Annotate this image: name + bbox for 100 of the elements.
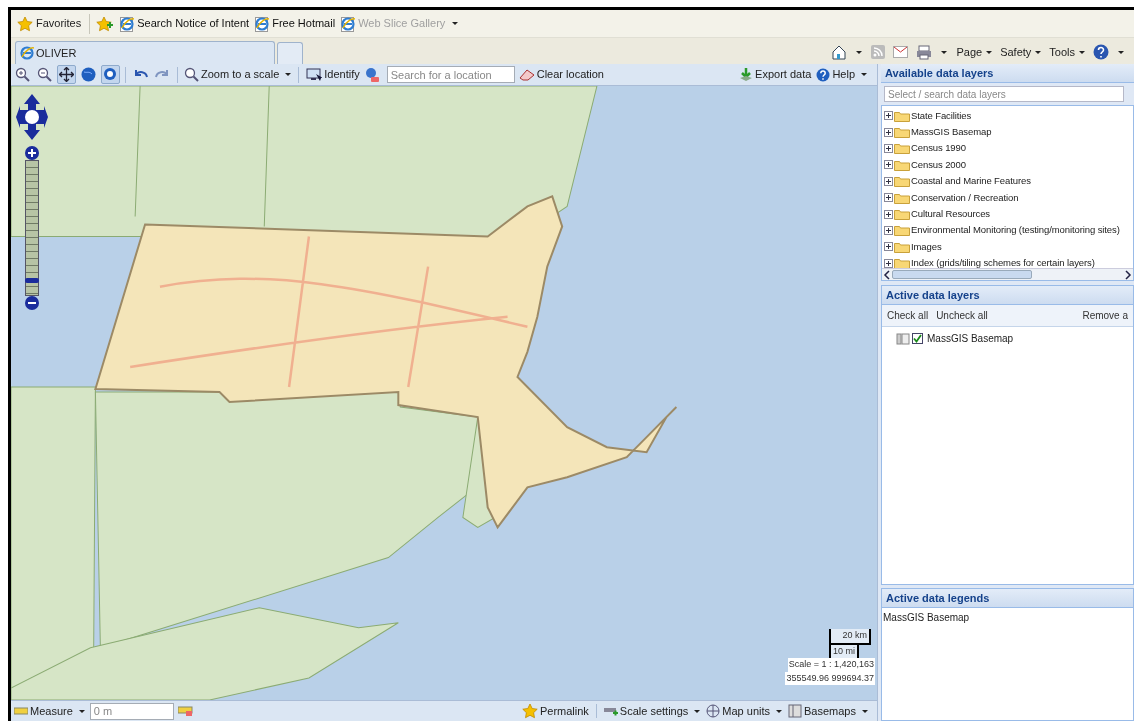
help-icon[interactable] xyxy=(1093,44,1109,60)
menu-button[interactable]: Page xyxy=(956,43,993,61)
favorite-link[interactable]: Search Notice of Intent xyxy=(120,15,250,32)
measure-value-field[interactable]: 0 m xyxy=(89,702,174,720)
minus-icon xyxy=(28,299,36,307)
scale-bar-km: 20 km xyxy=(829,629,871,645)
scale-settings-button[interactable]: Scale settings xyxy=(602,701,702,721)
layer-icon xyxy=(896,332,910,345)
horizontal-scrollbar[interactable] xyxy=(882,268,1133,280)
zoom-out-button[interactable] xyxy=(35,65,54,84)
chevron-left-icon xyxy=(882,269,892,280)
layer-folder[interactable]: Environmental Monitoring (testing/monitoring sites) xyxy=(911,224,1120,237)
layer-folder[interactable]: Cultural Resources xyxy=(911,208,990,221)
caret-icon[interactable] xyxy=(1117,49,1124,55)
favorites-button[interactable]: Favorites xyxy=(15,12,84,35)
layer-action-link[interactable]: Remove a xyxy=(1082,308,1128,323)
zoom-scale-button[interactable]: Zoom to a scale xyxy=(183,65,293,84)
layer-folder[interactable]: Images xyxy=(911,240,942,253)
expand-icon[interactable] xyxy=(884,127,893,137)
help-button[interactable]: Help xyxy=(815,65,868,84)
full-extent-button[interactable] xyxy=(79,65,98,84)
caret-icon[interactable] xyxy=(855,49,864,55)
basemaps-button[interactable]: Basemaps xyxy=(787,701,869,721)
scale-ratio: Scale = 1 : 1,420,163 xyxy=(787,658,875,672)
caret-icon[interactable] xyxy=(451,21,460,26)
expand-icon[interactable] xyxy=(884,209,893,219)
layer-folder[interactable]: State Facilities xyxy=(911,109,972,122)
measure-button[interactable]: Measure xyxy=(13,701,86,721)
expand-icon[interactable] xyxy=(884,160,893,170)
scale-icon xyxy=(603,705,618,717)
layer-folder[interactable]: MassGIS Basemap xyxy=(911,126,992,139)
favorite-link[interactable]: Free Hotmail xyxy=(255,15,336,32)
caret-icon xyxy=(775,708,782,714)
search-icon xyxy=(184,67,199,82)
caret-icon xyxy=(860,72,867,77)
menu-button[interactable]: Safety xyxy=(1000,43,1042,61)
book-icon xyxy=(788,704,802,718)
menu-button[interactable]: Tools xyxy=(1049,43,1085,61)
folder-icon xyxy=(894,126,910,139)
expand-icon[interactable] xyxy=(884,143,893,153)
pan-button[interactable] xyxy=(57,65,76,84)
legend-label: MassGIS Basemap xyxy=(882,611,971,625)
page-icon xyxy=(120,15,135,32)
layer-folder[interactable]: Census 1990 xyxy=(911,142,966,155)
location-search-field[interactable]: Search for a location xyxy=(386,66,515,83)
caret-icon[interactable] xyxy=(940,49,949,55)
star-icon xyxy=(17,15,33,32)
expand-icon[interactable] xyxy=(884,258,893,268)
page-icon xyxy=(255,15,270,32)
layer-checkbox[interactable] xyxy=(912,333,923,344)
folder-icon xyxy=(894,191,910,204)
chevron-right-icon xyxy=(1123,269,1133,280)
printer-icon[interactable] xyxy=(916,44,933,60)
folder-icon xyxy=(894,109,910,122)
add-favorite-icon[interactable] xyxy=(96,15,115,32)
export-data-button[interactable]: Export data xyxy=(738,65,813,84)
pan-arrows-icon[interactable] xyxy=(16,94,48,140)
expand-icon[interactable] xyxy=(884,242,893,252)
layer-search-field[interactable]: Select / search data layers xyxy=(884,86,1124,102)
panel-header: Active data legends xyxy=(882,589,1133,608)
caret-icon xyxy=(693,708,701,714)
layer-folder[interactable]: Conservation / Recreation xyxy=(911,191,1019,204)
download-icon xyxy=(739,67,754,82)
folder-icon xyxy=(894,142,910,155)
caret-icon xyxy=(77,708,85,714)
expand-icon[interactable] xyxy=(884,176,893,186)
folder-icon xyxy=(894,175,910,188)
caret-icon xyxy=(1078,49,1085,55)
eraser-icon xyxy=(518,68,535,81)
ruler-icon xyxy=(14,706,28,716)
caret-icon xyxy=(284,72,292,77)
star-icon xyxy=(521,703,538,719)
mail-icon[interactable] xyxy=(893,46,909,58)
layer-folder[interactable]: Index (grids/tiling schemes for certain layers) xyxy=(911,257,1095,268)
expand-icon[interactable] xyxy=(884,225,893,235)
layer-folder[interactable]: Census 2000 xyxy=(911,158,966,171)
expand-icon[interactable] xyxy=(884,193,893,203)
layer-action-link[interactable]: Check all xyxy=(887,308,929,323)
map-units-button[interactable]: Map units xyxy=(705,701,783,721)
caret-icon xyxy=(1034,49,1042,55)
panel-header: Active data layers xyxy=(882,286,1133,305)
zoom-out-icon xyxy=(37,67,52,82)
identify-button[interactable]: Identify xyxy=(305,65,361,84)
layer-label: MassGIS Basemap xyxy=(927,332,1014,346)
layer-action-link[interactable]: Uncheck all xyxy=(936,308,988,323)
clear-location-button[interactable]: Clear location xyxy=(517,65,605,84)
layer-folder[interactable]: Coastal and Marine Features xyxy=(911,175,1031,188)
home-icon[interactable] xyxy=(831,44,848,60)
folder-icon xyxy=(894,208,910,221)
page-icon xyxy=(341,15,356,32)
zoom-slider-thumb[interactable] xyxy=(25,277,39,283)
zoom-in-button[interactable] xyxy=(13,65,32,84)
folder-icon xyxy=(894,240,910,253)
zoom-slider[interactable] xyxy=(25,160,39,296)
folder-icon xyxy=(894,224,910,237)
zoom-in-icon xyxy=(15,67,30,82)
browser-tab[interactable]: OLIVER xyxy=(15,41,275,64)
caret-icon xyxy=(861,708,868,714)
permalink-button[interactable]: Permalink xyxy=(520,701,590,721)
expand-icon[interactable] xyxy=(884,111,893,121)
